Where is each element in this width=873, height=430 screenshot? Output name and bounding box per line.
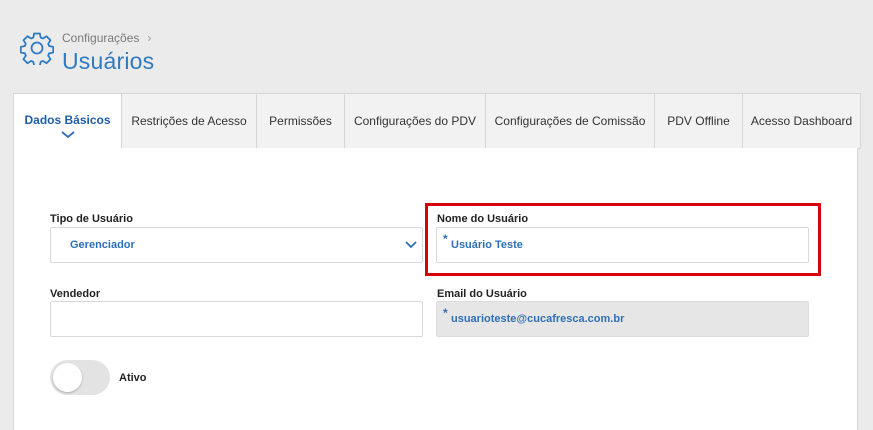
tab-permissoes[interactable]: Permissões xyxy=(257,93,345,149)
tab-label: Dados Básicos xyxy=(24,113,111,127)
vendedor-label: Vendedor xyxy=(50,288,101,300)
tab-acesso-dashboard[interactable]: Acesso Dashboard xyxy=(743,93,861,149)
email-usuario-value: usuarioteste@cucafresca.com.br xyxy=(451,313,625,325)
toggle-knob xyxy=(53,363,82,392)
tab-configuracoes-de-comissao[interactable]: Configurações de Comissão xyxy=(486,93,655,149)
tipo-usuario-label: Tipo de Usuário xyxy=(50,213,133,225)
tipo-usuario-value: Gerenciador xyxy=(70,239,135,251)
page-header: Configurações › Usuários xyxy=(20,28,154,75)
tab-label: Restrições de Acesso xyxy=(131,114,247,128)
tab-bar: Dados Básicos Restrições de Acesso Permi… xyxy=(13,93,861,149)
tab-configuracoes-do-pdv[interactable]: Configurações do PDV xyxy=(345,93,486,149)
ativo-label: Ativo xyxy=(119,372,147,384)
tab-label: PDV Offline xyxy=(667,114,730,128)
breadcrumb-item-configuracoes[interactable]: Configurações xyxy=(62,31,139,45)
ativo-toggle[interactable] xyxy=(50,360,110,395)
tab-dados-basicos[interactable]: Dados Básicos xyxy=(13,93,122,149)
email-usuario-field: * usuarioteste@cucafresca.com.br xyxy=(436,301,809,337)
form-panel xyxy=(13,148,858,430)
email-usuario-label: Email do Usuário xyxy=(437,288,527,300)
required-asterisk: * xyxy=(443,306,448,320)
tab-label: Acesso Dashboard xyxy=(750,114,853,128)
tab-label: Configurações de Comissão xyxy=(494,114,646,128)
highlight-box xyxy=(425,203,821,276)
breadcrumb-separator: › xyxy=(147,31,152,45)
gear-icon xyxy=(20,32,54,65)
chevron-down-icon xyxy=(60,131,75,139)
chevron-down-icon xyxy=(405,241,417,249)
page-title: Usuários xyxy=(62,48,155,74)
breadcrumb: Configurações › xyxy=(62,31,154,45)
tab-restricoes-de-acesso[interactable]: Restrições de Acesso xyxy=(122,93,257,149)
vendedor-input[interactable] xyxy=(50,301,423,337)
tab-label: Permissões xyxy=(269,114,332,128)
tab-pdv-offline[interactable]: PDV Offline xyxy=(655,93,743,149)
tab-label: Configurações do PDV xyxy=(353,114,477,128)
tipo-usuario-select[interactable]: Gerenciador xyxy=(50,227,423,263)
